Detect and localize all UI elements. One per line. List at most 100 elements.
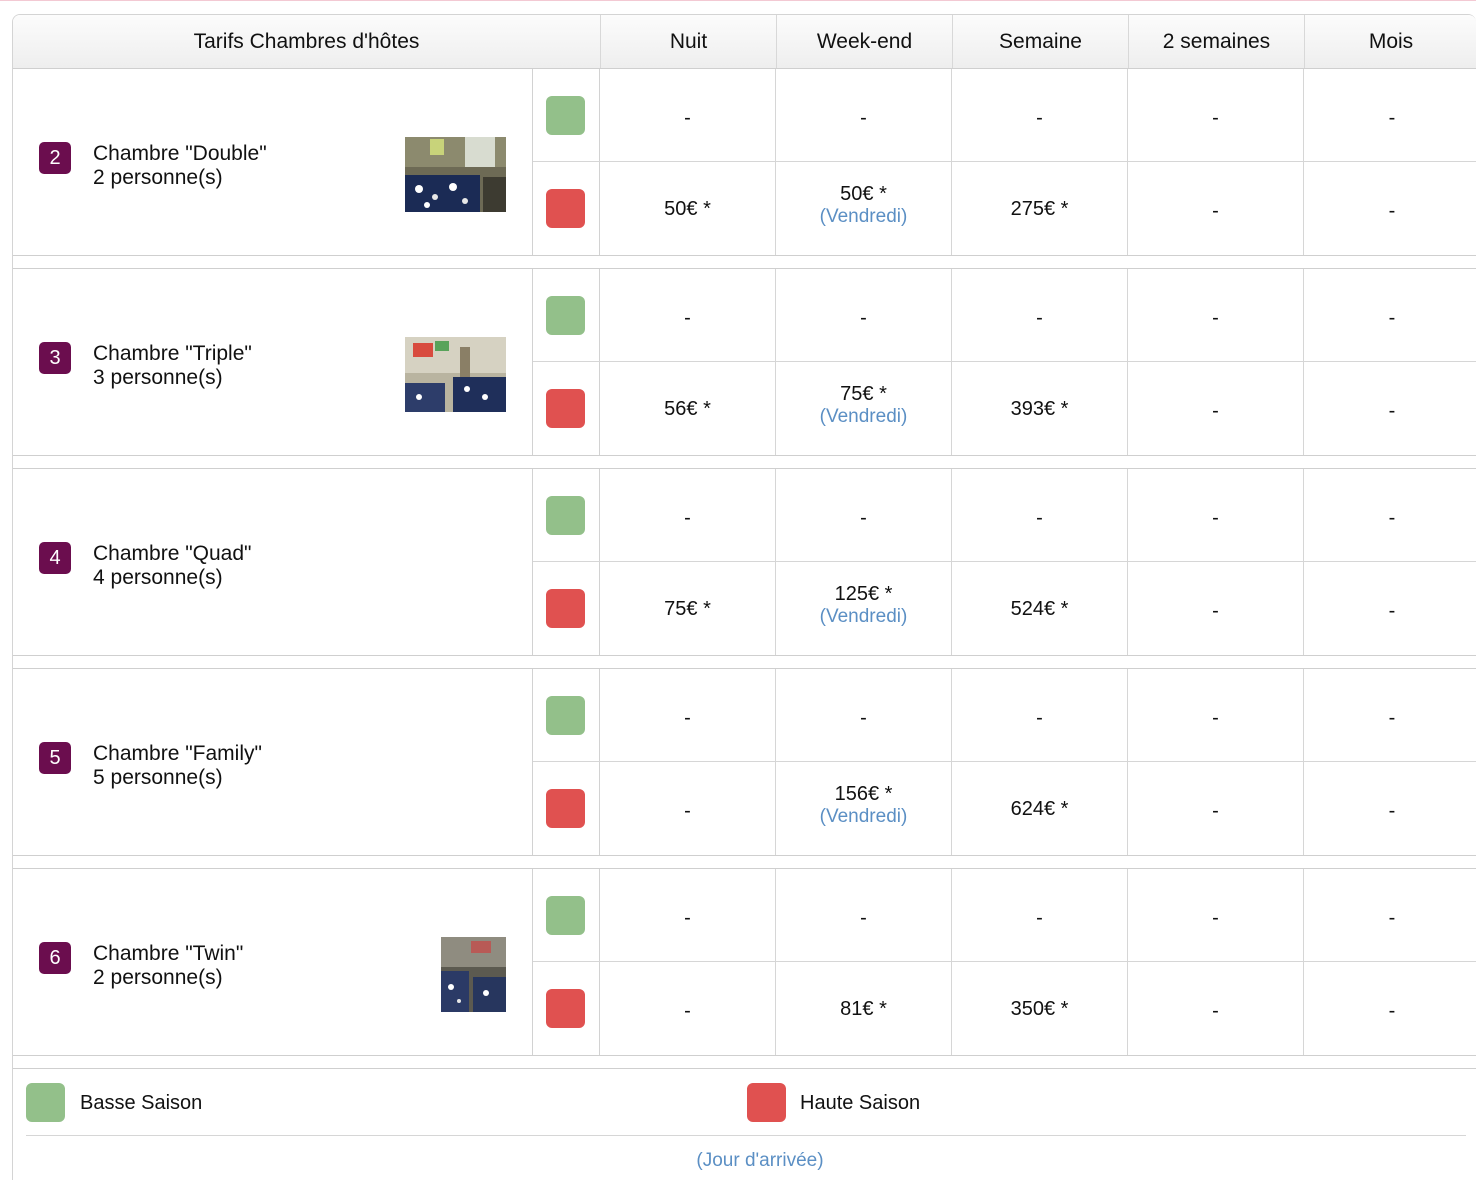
price-value: - [1388,200,1396,222]
price-cell: - [1128,469,1304,562]
low-season-swatch [546,296,585,335]
room-number-badge: 5 [39,742,71,774]
price-cell: - [952,269,1128,362]
top-divider-line [0,0,1476,1]
arrival-day-note: (Vendredi) [819,206,908,227]
price-cell: - [600,669,776,762]
price-cell: - [600,69,776,162]
arrival-day-note: (Vendredi) [819,606,908,627]
price-cell: - [1128,869,1304,962]
room-capacity: 2 personne(s) [93,966,223,989]
price-value: 524€ * [1010,598,1069,620]
price-cell: - [600,869,776,962]
price-cell: - [1304,869,1476,962]
price-value: - [1212,707,1219,729]
room-name: Chambre "Quad" [93,542,252,565]
price-value: 350€ * [1010,998,1069,1020]
price-cell: 56€ * [600,362,776,455]
price-value: - [1036,707,1043,729]
price-cell: 524€ * [952,562,1128,655]
header-col-nuit: Nuit [600,15,776,68]
header-col-week-end: Week-end [776,15,952,68]
price-value: - [684,307,691,329]
price-value: - [1036,507,1043,529]
price-value: - [1212,107,1219,129]
price-cell: 50€ * [600,162,776,255]
price-value: 56€ * [664,398,711,420]
header-col-mois: Mois [1304,15,1476,68]
arrival-day-footnote: (Jour d'arrivée) [696,1150,824,1171]
arrival-day-note: (Vendredi) [819,806,908,827]
price-cell: - [952,869,1128,962]
price-value: - [684,107,691,129]
header-title: Tarifs Chambres d'hôtes [193,30,420,53]
price-value: - [860,507,867,529]
price-cell: - [952,469,1128,562]
legend-low-season-label: Basse Saison [80,1092,203,1114]
price-cell: - [1128,962,1304,1055]
price-value: - [1388,400,1396,422]
season-indicators [533,269,600,455]
price-value: - [1388,707,1396,729]
room-number-badge: 3 [39,342,71,374]
price-cell: - [600,962,776,1055]
low-season-swatch [546,496,585,535]
season-indicators [533,669,600,855]
price-cell: 81€ * [776,962,952,1055]
room-photo[interactable] [441,937,506,1012]
price-cell: - [1128,162,1304,255]
season-legend: Basse Saison Haute Saison (Jour d'arrivé… [13,1069,1476,1180]
room-info: 2 Chambre "Double" 2 personne(s) [13,69,533,255]
price-cell: 275€ * [952,162,1128,255]
price-cell: - [1128,562,1304,655]
room-photo[interactable] [405,337,506,412]
room-separator [13,856,1476,869]
price-cell: - [1304,269,1476,362]
price-value: - [1388,507,1396,529]
room-capacity: 5 personne(s) [93,766,223,789]
price-cell: - [1304,469,1476,562]
room-block-double: 2 Chambre "Double" 2 personne(s) - - - -… [13,69,1476,256]
price-value: - [684,507,691,529]
room-number-badge: 4 [39,542,71,574]
room-capacity: 4 personne(s) [93,566,223,589]
room-separator [13,256,1476,269]
legend-high-season-label: Haute Saison [800,1092,921,1114]
price-value: - [1212,1000,1219,1022]
price-cell: 125€ * (Vendredi) [776,562,952,655]
season-indicators [533,469,600,655]
price-value: - [1212,200,1219,222]
price-value: - [1388,1000,1396,1022]
price-cell: - [776,269,952,362]
price-value: 275€ * [1010,198,1069,220]
room-block-quad: 4 Chambre "Quad" 4 personne(s) - - - - -… [13,469,1476,656]
price-cell: 156€ * (Vendredi) [776,762,952,855]
price-value: - [1212,400,1219,422]
price-value: 75€ * [840,383,887,405]
room-info: 6 Chambre "Twin" 2 personne(s) [13,869,533,1055]
low-season-swatch [546,896,585,935]
room-name: Chambre "Twin" [93,942,244,965]
price-cell: - [1128,69,1304,162]
price-cell: - [776,469,952,562]
room-info: 3 Chambre "Triple" 3 personne(s) [13,269,533,455]
price-cell: - [1304,669,1476,762]
room-block-twin: 6 Chambre "Twin" 2 personne(s) - - - - -… [13,869,1476,1056]
price-value: - [1212,307,1219,329]
room-photo[interactable] [405,137,506,212]
price-value: - [1388,307,1396,329]
room-name: Chambre "Double" [93,142,267,165]
price-cell: - [1128,362,1304,455]
price-value: - [860,907,867,929]
arrival-day-note: (Vendredi) [819,406,908,427]
price-cell: - [1304,362,1476,455]
price-cell: - [952,669,1128,762]
price-cell: - [1128,669,1304,762]
header-col-2-semaines: 2 semaines [1128,15,1304,68]
price-value: - [860,307,867,329]
price-value: - [860,707,867,729]
price-cell: - [1304,962,1476,1055]
price-value: - [684,707,691,729]
room-capacity: 2 personne(s) [93,166,223,189]
price-value: - [684,1000,691,1022]
